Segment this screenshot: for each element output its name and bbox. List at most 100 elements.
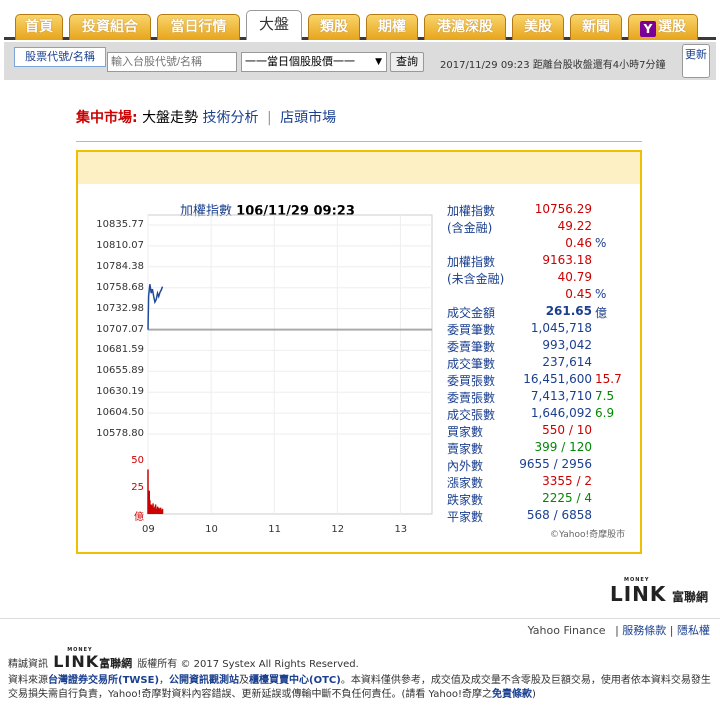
tab-label: 大盤: [258, 15, 289, 33]
chart-copyright: ©Yahoo!奇摩股市: [550, 530, 626, 540]
footer-divider: [0, 618, 720, 619]
stock-search-input[interactable]: [107, 52, 237, 72]
tab-label: 當日行情: [170, 19, 227, 35]
y-tick-label: 10604.50: [96, 407, 144, 419]
otc-link[interactable]: 櫃檯買賣中心(OTC): [249, 675, 341, 686]
provider-prefix: 精誠資訊: [8, 659, 48, 670]
stat-value: 1,646,092: [530, 406, 592, 420]
disclaimer-text: ，: [159, 675, 170, 686]
disclaimer: 資料來源台灣證券交易所(TWSE)，公開資訊觀測站及櫃檯買賣中心(OTC)。本資…: [8, 674, 716, 702]
market-label: 集中市場:: [76, 110, 138, 126]
terms-link[interactable]: 服務條款: [622, 624, 666, 637]
y-tick-label: 10681.59: [96, 344, 144, 356]
chart-timestamp: 106/11/29 09:23: [236, 204, 355, 219]
stat-value: 568 / 6858: [526, 508, 592, 522]
stat-value: 1,045,718: [530, 321, 592, 335]
y-tick-label: 10707.07: [96, 323, 144, 335]
dropdown-arrow-icon: ▼: [375, 57, 382, 67]
logo-money: MONEY: [624, 577, 650, 583]
footer-separator: |: [615, 624, 619, 637]
breadcrumb: 集中市場: 大盤走勢 技術分析 | 店頭市場: [76, 107, 336, 127]
disclaimer-text: 資料來源: [8, 675, 48, 686]
stat-value: 550 / 10: [542, 423, 592, 437]
disclaimer-text: 及: [239, 675, 250, 686]
tab-us-stocks[interactable]: 美股: [512, 14, 564, 40]
y-tick-label: 10732.98: [96, 302, 144, 314]
yahoo-icon: Y: [640, 21, 656, 37]
chart-title: 加權指數 106/11/29 09:23: [180, 200, 355, 219]
tab-futures-options[interactable]: 期權: [366, 14, 418, 40]
stat-extra: 7.5: [595, 389, 615, 403]
x-tick-label: 09: [142, 524, 155, 535]
x-tick-label: 10: [205, 524, 218, 535]
stat-value: 9655 / 2956: [519, 457, 592, 471]
stat-value: 993,042: [542, 338, 592, 352]
tab-home[interactable]: 首頁: [15, 14, 63, 40]
disclaimer-text: ): [531, 689, 536, 700]
code-name-label: 股票代號/名稱: [14, 47, 106, 67]
stat-extra: 15.7: [595, 372, 622, 386]
tab-label: 類股: [320, 19, 348, 35]
tab-label: 投資組合: [82, 19, 138, 35]
logo-name: 富聯網: [99, 657, 133, 670]
stat-value: 9163.18: [542, 253, 592, 267]
stat-extra: 6.9: [595, 406, 615, 420]
stat-value: 10756.29: [534, 202, 592, 216]
logo-money: MONEY: [67, 647, 93, 653]
technical-analysis-link[interactable]: 技術分析: [203, 110, 259, 126]
tab-stock-screener[interactable]: Y 選股: [628, 14, 698, 40]
tab-daily-quotes[interactable]: 當日行情: [157, 14, 240, 40]
moneylink-logo: MONEY LINK 富聯網: [610, 577, 709, 606]
tab-sectors[interactable]: 類股: [308, 14, 360, 40]
quote-type-select[interactable]: 一一當日個股股價一一 ▼: [241, 52, 387, 72]
search-toolbar: 股票代號/名稱 一一當日個股股價一一 ▼ 查詢 2017/11/29 09:23 …: [4, 42, 716, 80]
stat-value: 237,614: [542, 355, 592, 369]
panel-header-strip: [78, 152, 640, 184]
tab-label: 選股: [658, 19, 686, 35]
stat-value: 0.46: [565, 236, 592, 250]
tab-label: 港滬深股: [437, 19, 493, 35]
stat-value: 3355 / 2: [542, 474, 592, 488]
stat-value: 2225 / 4: [542, 491, 592, 505]
copyright-text: 版權所有 © 2017 Systex All Rights Reserved.: [137, 659, 359, 670]
y-tick-label: 10835.77: [96, 219, 144, 230]
tab-portfolio[interactable]: 投資組合: [69, 14, 151, 40]
chart-title-name: 加權指數: [180, 204, 233, 219]
stat-value: 16,451,600: [523, 372, 592, 386]
tab-hk-china-stocks[interactable]: 港滬深股: [424, 14, 506, 40]
stat-value: 399 / 120: [534, 440, 592, 454]
main-nav-tabs: 首頁 投資組合 當日行情 大盤 類股 期權 港滬深股 美股 新聞 Y 選股: [4, 10, 716, 40]
volume-tick-label: 50: [131, 455, 144, 466]
y-tick-label: 10810.07: [96, 239, 144, 251]
otc-market-link[interactable]: 店頭市場: [280, 110, 336, 126]
tab-news[interactable]: 新聞: [570, 14, 622, 40]
logo-link: LINK: [53, 652, 100, 671]
y-tick-label: 10784.38: [96, 260, 144, 272]
x-tick-label: 13: [394, 524, 408, 535]
stat-extra: %: [595, 287, 607, 301]
tab-label: 美股: [524, 19, 552, 35]
select-value: 一一當日個股股價一一: [245, 55, 355, 68]
current-view: 大盤走勢: [142, 110, 199, 126]
volume-tick-label: 億: [134, 512, 144, 523]
privacy-link[interactable]: 隱私權: [677, 624, 710, 637]
provider-line: 精誠資訊 MONEY LINK富聯網 版權所有 © 2017 Systex All…: [8, 647, 359, 671]
tab-label: 期權: [378, 19, 406, 35]
twse-link[interactable]: 台灣證券交易所(TWSE): [48, 675, 159, 686]
moneylink-small-logo: MONEY LINK富聯網: [53, 647, 133, 671]
volume-tick-label: 25: [131, 481, 144, 493]
tab-market-index[interactable]: 大盤: [246, 10, 302, 40]
breadcrumb-separator: |: [266, 110, 272, 126]
yahoo-finance-text: Yahoo Finance: [527, 624, 606, 637]
mops-link[interactable]: 公開資訊觀測站: [169, 675, 239, 686]
refresh-button[interactable]: 更新: [682, 44, 710, 78]
footer-links: Yahoo Finance | 服務條款 | 隱私權: [528, 622, 710, 638]
tab-label: 新聞: [582, 19, 610, 35]
query-button[interactable]: 查詢: [390, 52, 424, 72]
divider: [76, 141, 642, 142]
logo-name: 富聯網: [672, 590, 709, 604]
stat-extra: 億: [595, 306, 608, 320]
disclaimer-terms-link[interactable]: 免責條款: [492, 689, 532, 700]
logo-link: LINK: [610, 582, 667, 606]
y-tick-label: 10578.80: [96, 428, 144, 439]
